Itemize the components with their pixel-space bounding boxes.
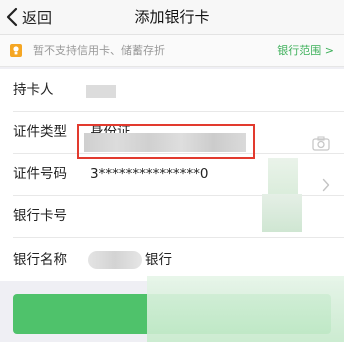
cardholder-label: 持卡人: [13, 82, 54, 98]
bulb-icon: [10, 44, 22, 57]
camera-icon[interactable]: [312, 136, 330, 151]
blur-overlay: [147, 276, 344, 342]
divider: [13, 237, 344, 238]
cardholder-name-redacted: [86, 85, 116, 98]
highlight-box: [77, 124, 255, 159]
id-number-value: 3***************0: [90, 166, 209, 182]
blur-overlay: [268, 158, 298, 198]
cardholder-row: 持卡人: [0, 69, 344, 111]
bank-name-label: 银行名称: [13, 252, 67, 268]
bank-name-value: 银行: [145, 252, 172, 268]
id-number-label: 证件号码: [13, 166, 67, 182]
card-number-label: 银行卡号: [13, 208, 67, 224]
page-title: 添加银行卡: [134, 8, 210, 26]
notice-bar: 暂不支持信用卡、储蓄存折 银行范围 >: [0, 35, 344, 67]
id-type-label: 证件类型: [13, 124, 67, 140]
nav-bar: 返回 添加银行卡: [0, 0, 344, 35]
bank-name-redacted: [88, 251, 142, 269]
bank-range-link[interactable]: 银行范围 >: [277, 35, 334, 66]
notice-text: 暂不支持信用卡、储蓄存折: [33, 44, 165, 57]
bank-name-row[interactable]: 银行名称 银行: [0, 239, 344, 281]
blur-overlay: [262, 194, 302, 232]
add-bank-card-page: 返回 添加银行卡 暂不支持信用卡、储蓄存折 银行范围 > 持卡人 证件类型 身份…: [0, 0, 344, 342]
chevron-right-icon: [322, 178, 330, 192]
